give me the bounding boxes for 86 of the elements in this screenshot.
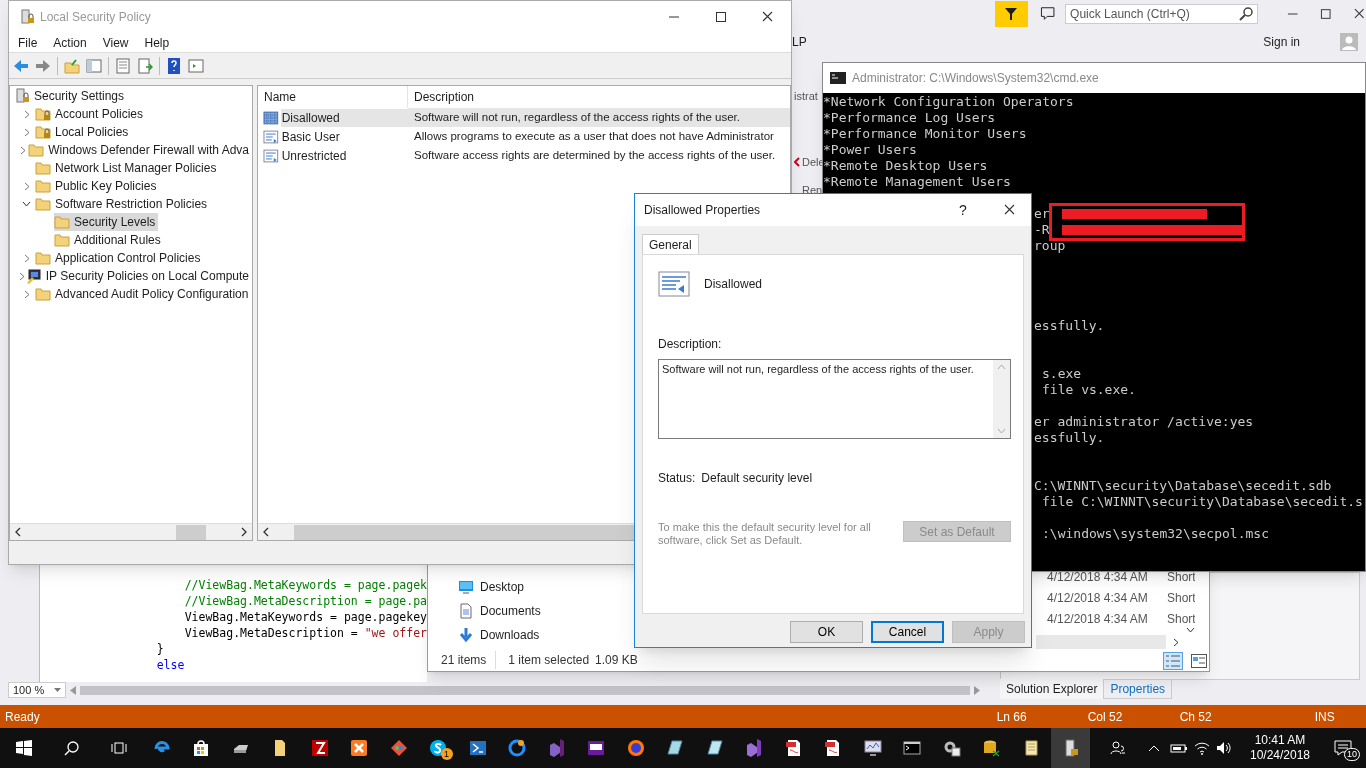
dialog-button[interactable]: OK	[790, 621, 863, 643]
console-line: file C:\WINNT\security\Database\secedit.s	[1042, 494, 1363, 510]
selection-info: 1 item selected	[508, 652, 590, 669]
list-item[interactable]: Basic User	[280, 127, 408, 146]
menu-item[interactable]: View	[102, 33, 129, 52]
level-name: Disallowed	[704, 276, 763, 293]
dialog-button[interactable]: Cancel	[871, 621, 944, 643]
tree-item[interactable]: Application Control Policies	[35, 249, 204, 267]
menu-item[interactable]: Help	[144, 33, 170, 52]
nav-item[interactable]: Documents	[480, 602, 541, 620]
console-line: *Remote Desktop Users	[823, 158, 988, 174]
status-text: INS	[1314, 708, 1335, 726]
tree-item[interactable]: Additional Rules	[54, 231, 164, 249]
console-line: essfully.	[1034, 430, 1105, 446]
column-header[interactable]: Description	[408, 86, 790, 108]
console-line: *Performance Log Users	[823, 110, 996, 126]
nav-item[interactable]: Desktop	[480, 578, 525, 596]
status-text: Ready	[5, 708, 40, 726]
code-line: ViewBag.MetaDescription = "we offer	[184, 626, 427, 640]
list-item[interactable]: Unrestricted	[280, 146, 408, 165]
console-line: er administrator /active:yes	[1034, 414, 1254, 430]
toolbar-label: istrat	[794, 89, 818, 102]
console-line: file vs.exe.	[1042, 382, 1136, 398]
clock[interactable]: 10:41 AM 10/24/2018	[1240, 733, 1320, 763]
menu-item[interactable]: File	[18, 33, 38, 52]
hint-text: To make this the default security level for all software, click Set as Default.	[658, 521, 872, 547]
status-text: Ln 66	[996, 708, 1028, 726]
tree-item[interactable]: Local Policies	[35, 123, 132, 141]
console-line: er	[1034, 206, 1050, 222]
description-cell: Software will not run, regardless of the access rights of the user.	[408, 108, 790, 127]
console-line: *Performance Monitor Users	[823, 126, 1027, 142]
type-cell-text: Short	[1167, 610, 1195, 628]
description-field[interactable]: Software will not run, regardless of the access rights of the user.	[658, 359, 1011, 439]
window-title: Local Security Policy	[40, 9, 151, 26]
menu-item[interactable]: Action	[53, 33, 87, 52]
dialog-tab[interactable]: General	[642, 234, 699, 254]
sign-in-link[interactable]: Sign in	[1263, 33, 1300, 51]
description-cell-text: Software access rights are determined by the access rights of the user.	[413, 148, 777, 163]
file-size: 1.09 KB	[595, 652, 638, 669]
status-text: Ch 52	[1179, 708, 1213, 726]
console-line: *Remote Management Users	[823, 174, 1011, 190]
list-item[interactable]: Disallowed	[280, 108, 408, 127]
nav-item[interactable]: Downloads	[480, 626, 540, 644]
window-title: Administrator: C:\Windows\System32\cmd.exe	[852, 70, 1099, 87]
console-line: *Power Users	[823, 142, 917, 158]
tree-item[interactable]: Advanced Audit Policy Configuration	[35, 285, 252, 303]
status-text: Col 52	[1087, 708, 1124, 726]
code-line: else	[156, 658, 185, 672]
tree-item[interactable]: Public Key Policies	[35, 177, 160, 195]
zoom-dropdown[interactable]: 100 %	[8, 682, 66, 698]
tree-item[interactable]: Account Policies	[35, 105, 147, 123]
console-line: *Network Configuration Operators	[823, 94, 1074, 110]
quick-launch-field[interactable]: Quick Launch (Ctrl+Q)	[1065, 4, 1258, 24]
date-cell-text: 4/12/2018 4:34 AM	[1047, 610, 1149, 628]
notification-count: 10	[1344, 748, 1360, 761]
description-cell-text: Allows programs to execute as a user that does not have Administrator	[413, 129, 775, 144]
tree-item[interactable]: IP Security Policies on Local Compute	[25, 267, 252, 285]
tree-item[interactable]: Software Restriction Policies	[35, 195, 211, 213]
type-cell-text: Short	[1167, 589, 1195, 607]
tree-item[interactable]: Security Levels	[54, 213, 159, 231]
status-value: Default security level	[701, 470, 813, 487]
console-line: -R	[1034, 222, 1050, 238]
date-cell-text: 4/12/2018 4:34 AM	[1047, 589, 1149, 607]
console-line: essfully.	[1034, 318, 1105, 334]
console-line: :\windows\system32\secpol.msc	[1042, 526, 1269, 542]
field-label: Description:	[658, 336, 722, 353]
tree-item[interactable]: Network List Manager Policies	[35, 159, 220, 177]
help-button[interactable]: ?	[953, 199, 973, 221]
code-line: ViewBag.MetaKeywords = page.pagekey	[184, 610, 427, 624]
type-cell-text: Short	[1167, 568, 1195, 586]
console-line: roup	[1034, 238, 1066, 254]
tree-item[interactable]: Windows Defender Firewall with Adva	[28, 141, 252, 159]
item-count: 21 items	[441, 651, 497, 669]
console-line: s.exe	[1042, 366, 1082, 382]
console-line: C:\WINNT\security\Database\secedit.sdb	[1034, 478, 1332, 494]
date-cell-text: 4/12/2018 4:34 AM	[1047, 568, 1149, 586]
panel-tab[interactable]: Solution Explorer	[1000, 679, 1104, 699]
panel-tab[interactable]: Properties	[1103, 679, 1173, 699]
tree-item[interactable]: Security Settings	[14, 87, 128, 105]
code-line: //ViewBag.MetaDescription = page.pa	[184, 594, 427, 608]
menu-item[interactable]: LP	[792, 33, 807, 51]
code-line: }	[156, 642, 164, 656]
field-label: Status:	[658, 470, 696, 487]
dialog-title: Disallowed Properties	[644, 202, 761, 219]
column-header[interactable]: Name	[258, 86, 408, 108]
code-line: //ViewBag.MetaKeywords = page.pagek	[184, 578, 427, 592]
